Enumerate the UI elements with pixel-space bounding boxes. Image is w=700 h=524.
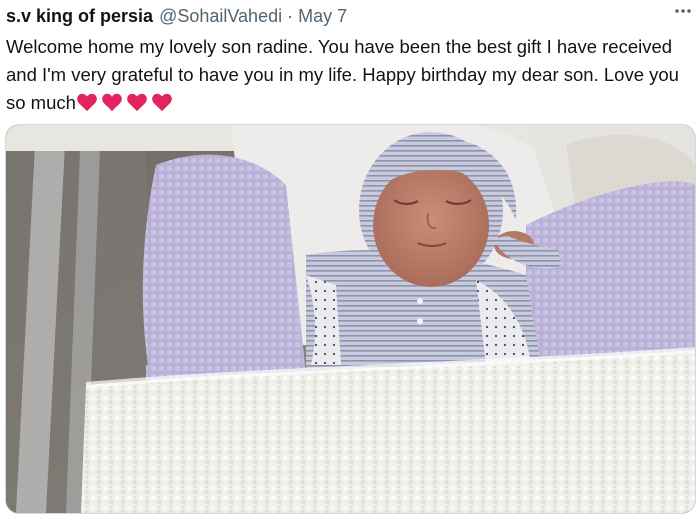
newborn-photo-illustration — [6, 125, 695, 513]
tweet-header: s.v king of persia @SohailVahedi · May 7 — [6, 4, 694, 28]
more-horizontal-icon — [675, 9, 691, 13]
heart-emoji-group — [76, 92, 176, 113]
red-heart-icon — [77, 93, 97, 112]
tweet-photo[interactable] — [5, 124, 696, 514]
author-display-name[interactable]: s.v king of persia — [6, 6, 153, 27]
more-options-icon[interactable] — [670, 0, 696, 22]
tweet-text: Welcome home my lovely son radine. You h… — [6, 33, 696, 117]
red-heart-icon — [102, 93, 122, 112]
author-handle[interactable]: @SohailVahedi — [159, 6, 282, 27]
tweet-date[interactable]: May 7 — [298, 6, 347, 27]
separator-dot: · — [287, 5, 294, 26]
red-heart-icon — [127, 93, 147, 112]
red-heart-icon — [152, 93, 172, 112]
